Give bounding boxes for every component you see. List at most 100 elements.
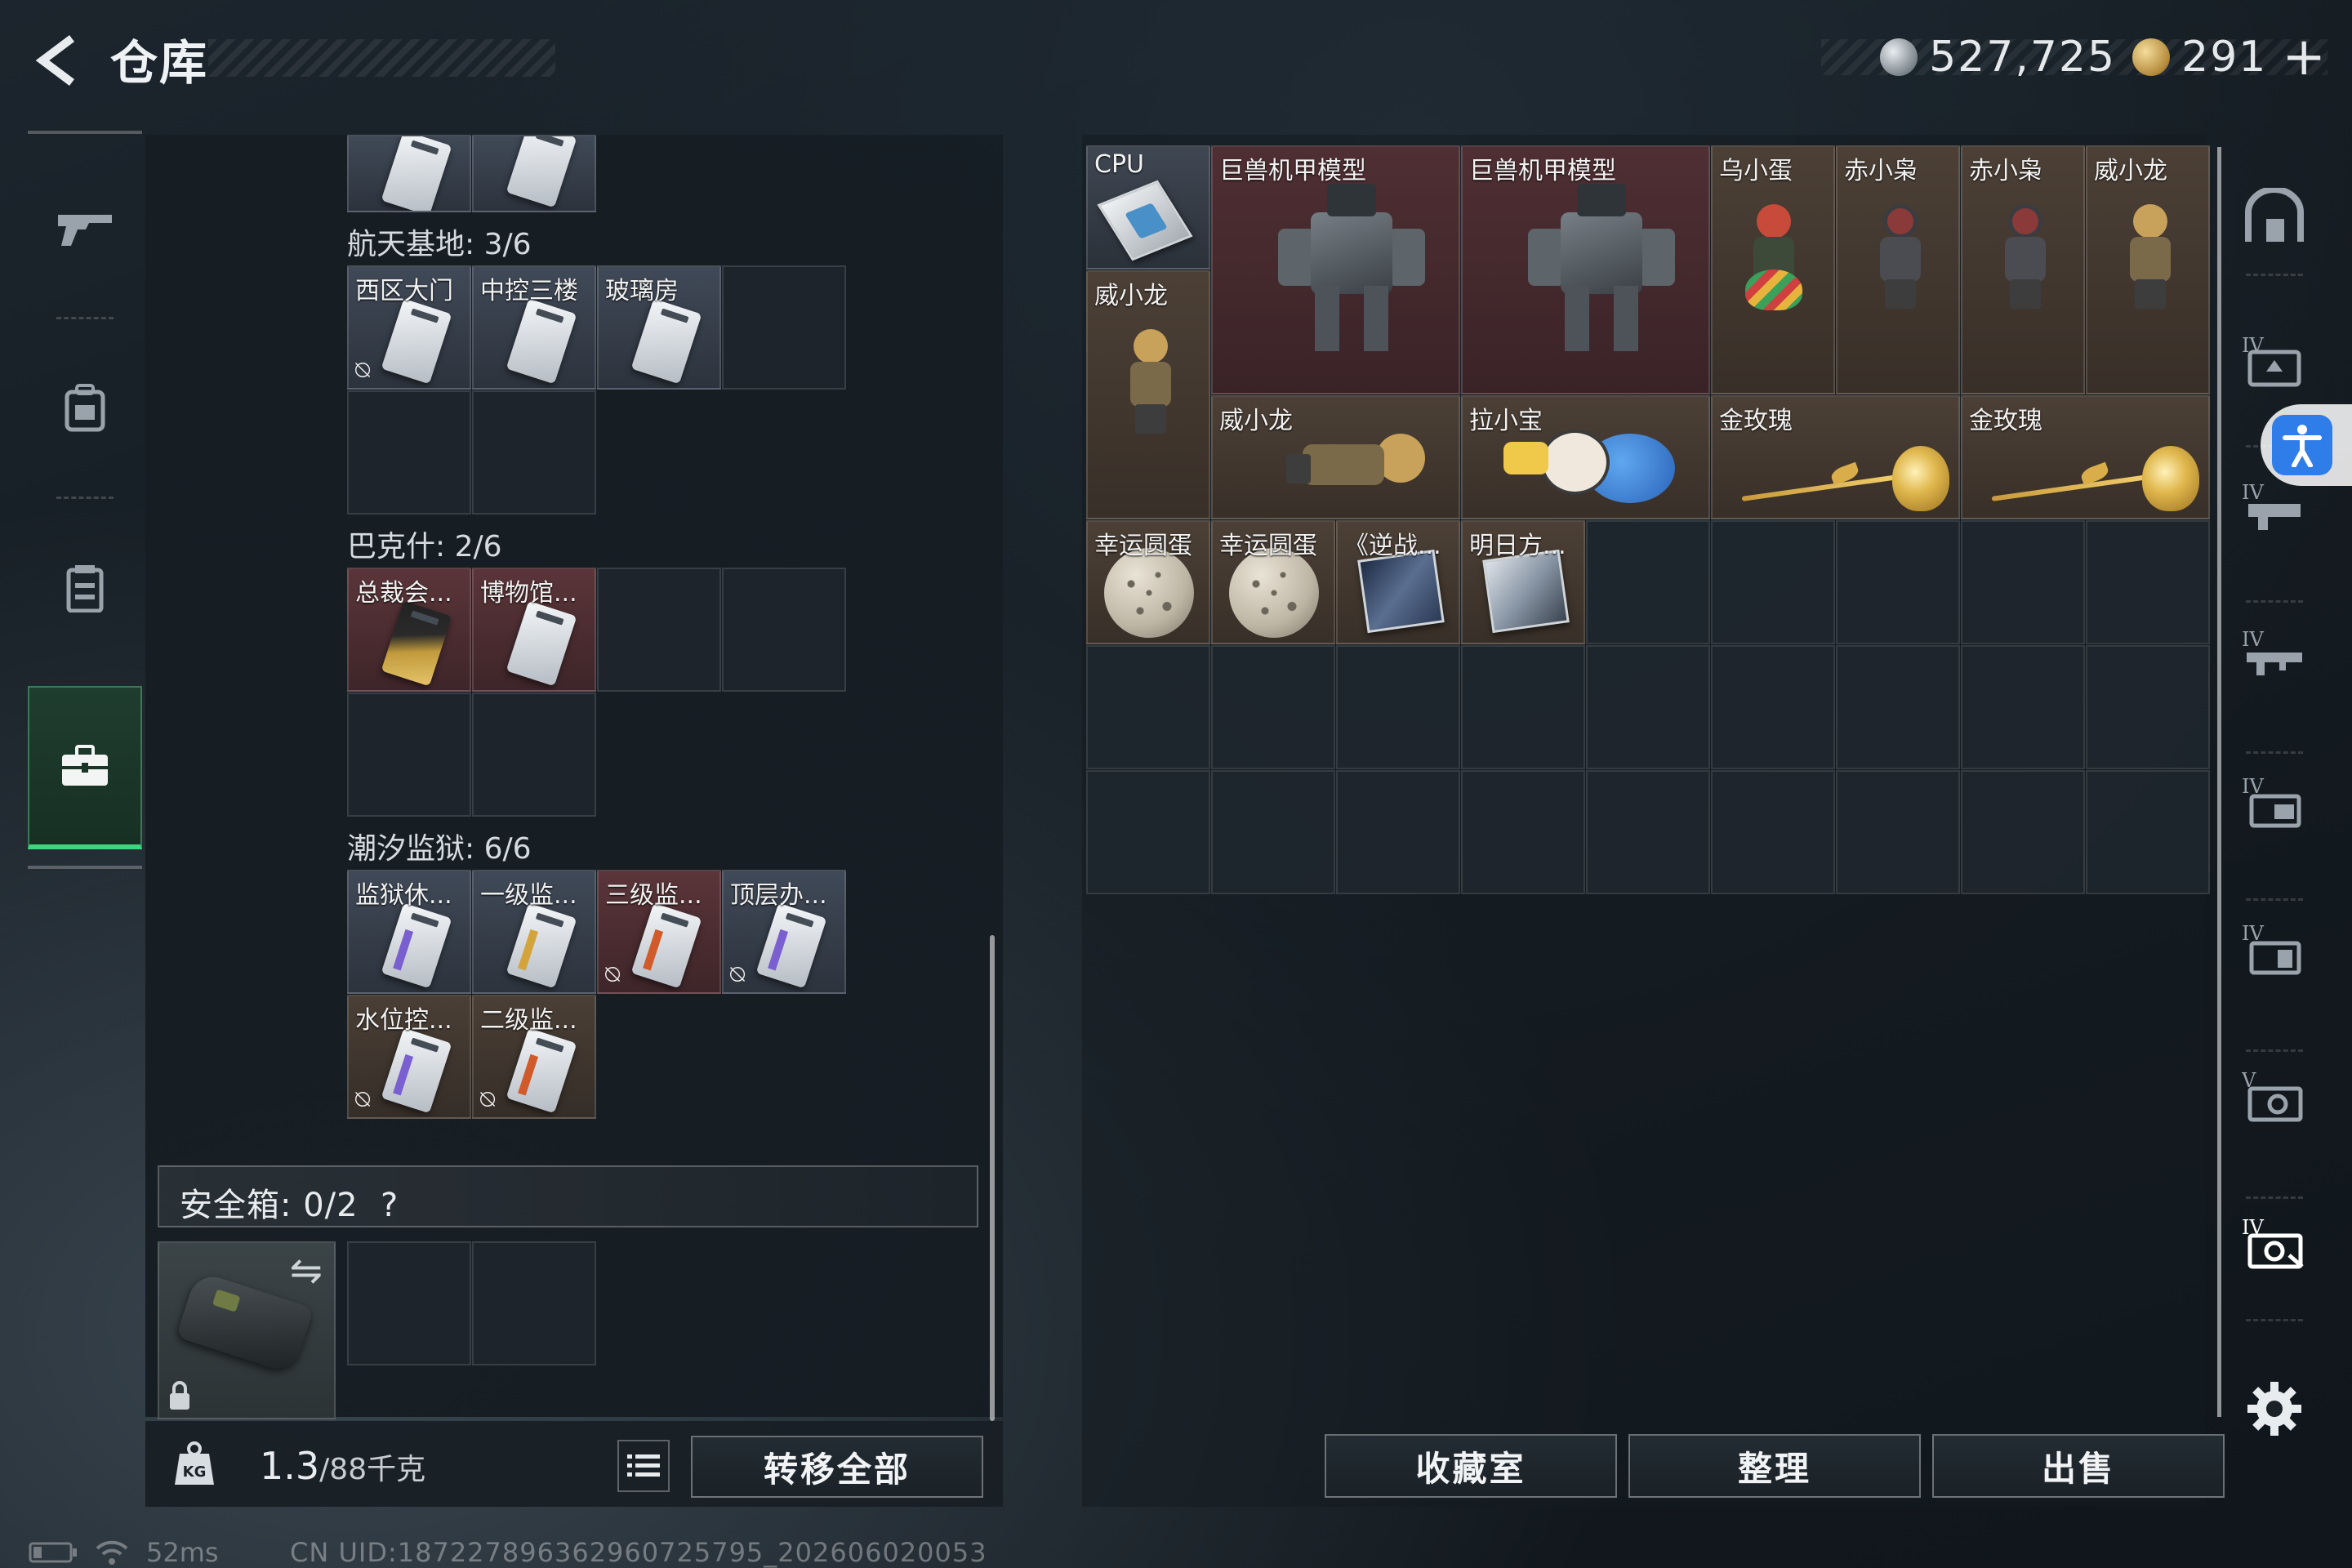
keycard-glass-house[interactable]: 玻璃房 — [597, 265, 721, 390]
keycard-image — [506, 600, 577, 687]
safe-slot[interactable] — [472, 1241, 596, 1365]
silver-currency[interactable]: 527,725 — [1880, 33, 2116, 82]
storage-slot[interactable] — [1711, 770, 1835, 894]
nav-item-vest[interactable] — [28, 506, 142, 670]
storage-slot[interactable] — [1711, 520, 1835, 644]
sell-button[interactable]: 出售 — [1932, 1434, 2225, 1498]
wifi-icon — [96, 1540, 128, 1565]
storage-slot[interactable] — [1336, 645, 1460, 769]
tier4-weapon-icon: IV — [2242, 334, 2301, 387]
keycard-water-control[interactable]: 水位控... ⍉ — [347, 995, 471, 1119]
nav-item-weapons[interactable] — [28, 147, 142, 310]
item-cpu[interactable]: CPU — [1086, 145, 1210, 270]
gold-currency[interactable]: 291 + — [2132, 27, 2328, 87]
storage-slot[interactable] — [1586, 520, 1710, 644]
item-nizhan-cd[interactable]: 《逆战... — [1336, 520, 1460, 644]
keycard-image — [630, 902, 702, 989]
keycard-west-gate[interactable]: 西区大门 ⍉ — [347, 265, 471, 390]
nav-separator — [56, 497, 114, 499]
item-la-xiaobao[interactable]: 拉小宝 — [1461, 395, 1710, 519]
keycard-level2-prison[interactable]: 二级监... ⍉ — [472, 995, 596, 1119]
help-icon[interactable]: ? — [381, 1187, 399, 1224]
storage-slot[interactable] — [2086, 645, 2210, 769]
column-separator — [2246, 751, 2303, 754]
storage-slot[interactable] — [1211, 645, 1335, 769]
filter-tier4-safe[interactable]: IV — [2238, 1205, 2311, 1278]
filter-tier4-rifle[interactable]: IV — [2238, 617, 2311, 690]
filter-home[interactable] — [2238, 180, 2311, 253]
empty-slot[interactable] — [597, 568, 721, 692]
item-chi-xiaoxiao-2[interactable]: 赤小枭 — [1961, 145, 2085, 394]
filter-tier4-case[interactable]: IV — [2238, 764, 2311, 837]
keycard-museum[interactable]: 博物馆... — [472, 568, 596, 692]
keycard-level3-prison[interactable]: 三级监... ⍉ — [597, 870, 721, 994]
safe-box-container[interactable]: ⇋ — [158, 1241, 336, 1419]
item-lucky-egg-2[interactable]: 幸运圆蛋 — [1211, 520, 1335, 644]
storage-slot[interactable] — [1961, 645, 2085, 769]
empty-slot[interactable] — [472, 390, 596, 514]
transfer-all-button[interactable]: 转移全部 — [691, 1436, 983, 1498]
item-mech-model-2[interactable]: 巨兽机甲模型 — [1461, 145, 1710, 394]
add-currency-button[interactable]: + — [2282, 27, 2328, 87]
swap-icon[interactable]: ⇋ — [290, 1248, 323, 1294]
item-wei-xiaolong-2[interactable]: 威小龙 — [1086, 270, 1210, 519]
storage-slot[interactable] — [2086, 520, 2210, 644]
storage-slot[interactable] — [1461, 770, 1585, 894]
left-scrollbar[interactable] — [990, 935, 995, 1421]
empty-slot[interactable] — [347, 390, 471, 514]
storage-slot[interactable] — [1961, 520, 2085, 644]
item-label: 一级监... — [480, 881, 577, 910]
collection-room-button[interactable]: 收藏室 — [1325, 1434, 1617, 1498]
keycard-ceo-room[interactable]: 总裁会... — [347, 568, 471, 692]
settings-button[interactable] — [2238, 1372, 2311, 1446]
storage-slot[interactable] — [1336, 770, 1460, 894]
item-wei-xiaolong-1[interactable]: 威小龙 — [2086, 145, 2210, 394]
sort-button[interactable]: 整理 — [1628, 1434, 1921, 1498]
safe-box-header: 安全箱: 0/2 ? — [158, 1165, 978, 1227]
item-label: 二级监... — [480, 1006, 577, 1035]
empty-slot[interactable] — [472, 693, 596, 817]
back-button[interactable] — [24, 28, 90, 93]
item-chi-xiaoxiao-1[interactable]: 赤小枭 — [1836, 145, 1960, 394]
storage-slot[interactable] — [1711, 645, 1835, 769]
storage-slot[interactable] — [1836, 770, 1960, 894]
empty-slot[interactable] — [722, 265, 846, 390]
back-arrow-icon — [35, 35, 74, 86]
storage-slot[interactable] — [1836, 520, 1960, 644]
item-wu-xiaodan[interactable]: 乌小蛋 — [1711, 145, 1835, 394]
accessibility-button[interactable] — [2261, 404, 2352, 486]
keycard-control-3f[interactable]: 中控三楼 — [472, 265, 596, 390]
storage-slot[interactable] — [1836, 645, 1960, 769]
storage-slot[interactable] — [1211, 770, 1335, 894]
storage-slot[interactable] — [1961, 770, 2085, 894]
empty-slot[interactable] — [347, 693, 471, 817]
item-golden-rose-2[interactable]: 金玫瑰 — [1961, 395, 2210, 519]
keycard-top-office[interactable]: 顶层办... ⍉ — [722, 870, 846, 994]
storage-slot[interactable] — [1086, 645, 1210, 769]
tier4-rifle-icon: IV — [2242, 628, 2302, 675]
safe-slot[interactable] — [347, 1241, 471, 1365]
keycard-slot[interactable] — [347, 135, 471, 212]
storage-slot[interactable] — [1586, 770, 1710, 894]
item-wei-xiaolong-3[interactable]: 威小龙 — [1211, 395, 1460, 519]
item-lucky-egg-1[interactable]: 幸运圆蛋 — [1086, 520, 1210, 644]
keycard-slot[interactable] — [472, 135, 596, 212]
nav-item-backpack[interactable] — [28, 327, 142, 490]
empty-slot[interactable] — [722, 568, 846, 692]
filter-tier5-safe[interactable]: V — [2238, 1058, 2311, 1131]
keycard-prison-rest[interactable]: 监狱休... — [347, 870, 471, 994]
filter-tier4-weapon[interactable]: IV — [2238, 323, 2311, 396]
storage-slot[interactable] — [2086, 770, 2210, 894]
storage-slot[interactable] — [1086, 770, 1210, 894]
column-separator — [2246, 1049, 2303, 1052]
storage-slot[interactable] — [1461, 645, 1585, 769]
filter-tier4-box[interactable]: IV — [2238, 911, 2311, 984]
keycard-level1-prison[interactable]: 一级监... — [472, 870, 596, 994]
item-arknights-cd[interactable]: 明日方... — [1461, 520, 1585, 644]
list-view-button[interactable] — [617, 1440, 670, 1492]
storage-slot[interactable] — [1586, 645, 1710, 769]
nav-item-case[interactable] — [28, 686, 142, 849]
item-mech-model-1[interactable]: 巨兽机甲模型 — [1211, 145, 1460, 394]
item-golden-rose-1[interactable]: 金玫瑰 — [1711, 395, 1960, 519]
rose-image — [1983, 438, 2199, 518]
